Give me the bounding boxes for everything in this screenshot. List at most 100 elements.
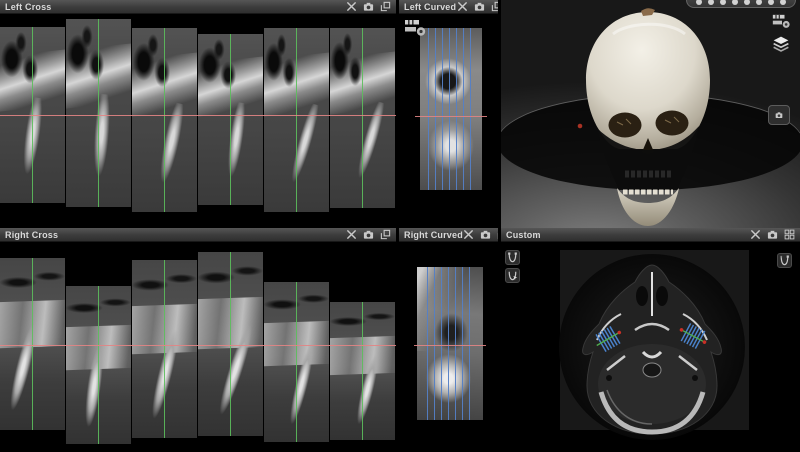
- layers-icon[interactable]: [771, 35, 791, 56]
- toolbar-button[interactable]: [708, 0, 714, 5]
- snapshot-icon[interactable]: [362, 1, 374, 13]
- cross-plane-line[interactable]: [470, 28, 471, 190]
- cross-plane-line[interactable]: [463, 28, 464, 190]
- cross-plane-line[interactable]: [427, 267, 428, 420]
- cross-plane-line[interactable]: [455, 267, 456, 420]
- arch-curve-edit-button[interactable]: [505, 250, 520, 265]
- ct-slice-tile[interactable]: [66, 286, 131, 444]
- layout-grid-icon[interactable]: [783, 229, 795, 241]
- ct-slice-tile[interactable]: [132, 28, 197, 212]
- left-curved-viewport[interactable]: [399, 14, 498, 228]
- arch-curve-right-button[interactable]: [777, 253, 792, 268]
- ct-slice-tile[interactable]: [132, 260, 197, 438]
- slice-settings-icon[interactable]: [772, 13, 792, 33]
- cross-plane-line[interactable]: [428, 28, 429, 190]
- tools-icon[interactable]: [749, 229, 761, 241]
- panel-left-curved: Left Curved: [399, 0, 498, 228]
- custom-viewport[interactable]: [501, 242, 800, 452]
- ct-slice-tile[interactable]: [330, 302, 395, 440]
- volume-3d-viewport[interactable]: [501, 0, 800, 228]
- panel-title: Right Cross: [5, 230, 58, 240]
- toolbar-button[interactable]: [720, 0, 726, 5]
- right-curved-header: Right Curved: [399, 228, 498, 242]
- panel-custom: Custom: [501, 228, 800, 452]
- header-toolbar: [345, 229, 391, 241]
- snapshot-icon[interactable]: [766, 229, 778, 241]
- slice-indicator-line[interactable]: [164, 28, 165, 212]
- panel-title: Custom: [506, 230, 541, 240]
- slice-indicator-line[interactable]: [98, 19, 99, 207]
- header-toolbar: [345, 1, 391, 13]
- snapshot-icon[interactable]: [473, 1, 485, 13]
- view3d-floating-toolbar: [686, 0, 796, 8]
- toolbar-button[interactable]: [780, 0, 786, 5]
- left-cross-viewport[interactable]: [0, 14, 396, 228]
- popout-icon[interactable]: [379, 1, 391, 13]
- arch-curve-pick-button[interactable]: [505, 268, 520, 283]
- left-cross-header: Left Cross: [0, 0, 396, 14]
- curved-slice-image[interactable]: [417, 267, 483, 420]
- slice-indicator-line[interactable]: [362, 28, 363, 208]
- tools-icon[interactable]: [345, 229, 357, 241]
- panel-title: Left Curved: [404, 2, 456, 12]
- curved-slice-image[interactable]: [420, 28, 482, 190]
- cross-plane-line[interactable]: [434, 267, 435, 420]
- cross-plane-line[interactable]: [448, 267, 449, 420]
- slice-indicator-line[interactable]: [296, 282, 297, 442]
- snapshot-icon[interactable]: [480, 229, 492, 241]
- snapshot-icon[interactable]: [362, 229, 374, 241]
- panel-right-curved: Right Curved: [399, 228, 498, 452]
- axial-plane-line[interactable]: [0, 115, 396, 116]
- axial-ct-slice[interactable]: [557, 252, 747, 442]
- right-curved-viewport[interactable]: [399, 242, 498, 452]
- cross-plane-line[interactable]: [462, 267, 463, 420]
- popout-icon[interactable]: [490, 1, 498, 13]
- ct-slice-tile[interactable]: [264, 28, 329, 212]
- toolbar-button[interactable]: [744, 0, 750, 5]
- popout-icon[interactable]: [497, 229, 498, 241]
- panel-title: Right Curved: [404, 230, 463, 240]
- slice-indicator-line[interactable]: [98, 286, 99, 444]
- slice-indicator-line[interactable]: [164, 260, 165, 438]
- slice-indicator-line[interactable]: [230, 252, 231, 436]
- ct-slice-tile[interactable]: [330, 28, 395, 208]
- panel-left-cross: Left Cross: [0, 0, 396, 228]
- axial-plane-line[interactable]: [0, 345, 396, 346]
- ct-slice-tile[interactable]: [198, 34, 263, 205]
- tools-icon[interactable]: [463, 229, 475, 241]
- cross-plane-line[interactable]: [469, 267, 470, 420]
- cross-plane-line[interactable]: [449, 28, 450, 190]
- panel-title: Left Cross: [5, 2, 52, 12]
- toolbar-button[interactable]: [768, 0, 774, 5]
- snapshot-button[interactable]: [768, 105, 790, 125]
- cross-plane-line[interactable]: [442, 28, 443, 190]
- header-toolbar: [463, 229, 498, 241]
- toolbar-button[interactable]: [756, 0, 762, 5]
- axial-plane-line[interactable]: [414, 345, 486, 346]
- slice-indicator-line[interactable]: [296, 28, 297, 212]
- tools-icon[interactable]: [345, 1, 357, 13]
- ct-slice-tile[interactable]: [198, 252, 263, 436]
- axial-plane-line[interactable]: [415, 116, 487, 117]
- slice-indicator-line[interactable]: [230, 34, 231, 205]
- tools-icon[interactable]: [456, 1, 468, 13]
- skull-3d-render[interactable]: [573, 4, 723, 228]
- cross-plane-line[interactable]: [441, 267, 442, 420]
- slice-indicator-line[interactable]: [362, 302, 363, 440]
- custom-header: Custom: [501, 228, 800, 242]
- toolbar-button[interactable]: [696, 0, 702, 5]
- cross-plane-line[interactable]: [456, 28, 457, 190]
- ct-slice-tile[interactable]: [0, 258, 65, 430]
- right-cross-viewport[interactable]: [0, 242, 396, 452]
- right-cross-header: Right Cross: [0, 228, 396, 242]
- slice-indicator-line[interactable]: [32, 258, 33, 430]
- panel-right-cross: Right Cross: [0, 228, 396, 452]
- cross-plane-line[interactable]: [435, 28, 436, 190]
- toolbar-button[interactable]: [732, 0, 738, 5]
- left-curved-header: Left Curved: [399, 0, 498, 14]
- header-toolbar: [456, 1, 498, 13]
- ct-slice-tile[interactable]: [264, 282, 329, 442]
- popout-icon[interactable]: [379, 229, 391, 241]
- slice-settings-icon[interactable]: [404, 18, 428, 41]
- ct-slice-tile[interactable]: [66, 19, 131, 207]
